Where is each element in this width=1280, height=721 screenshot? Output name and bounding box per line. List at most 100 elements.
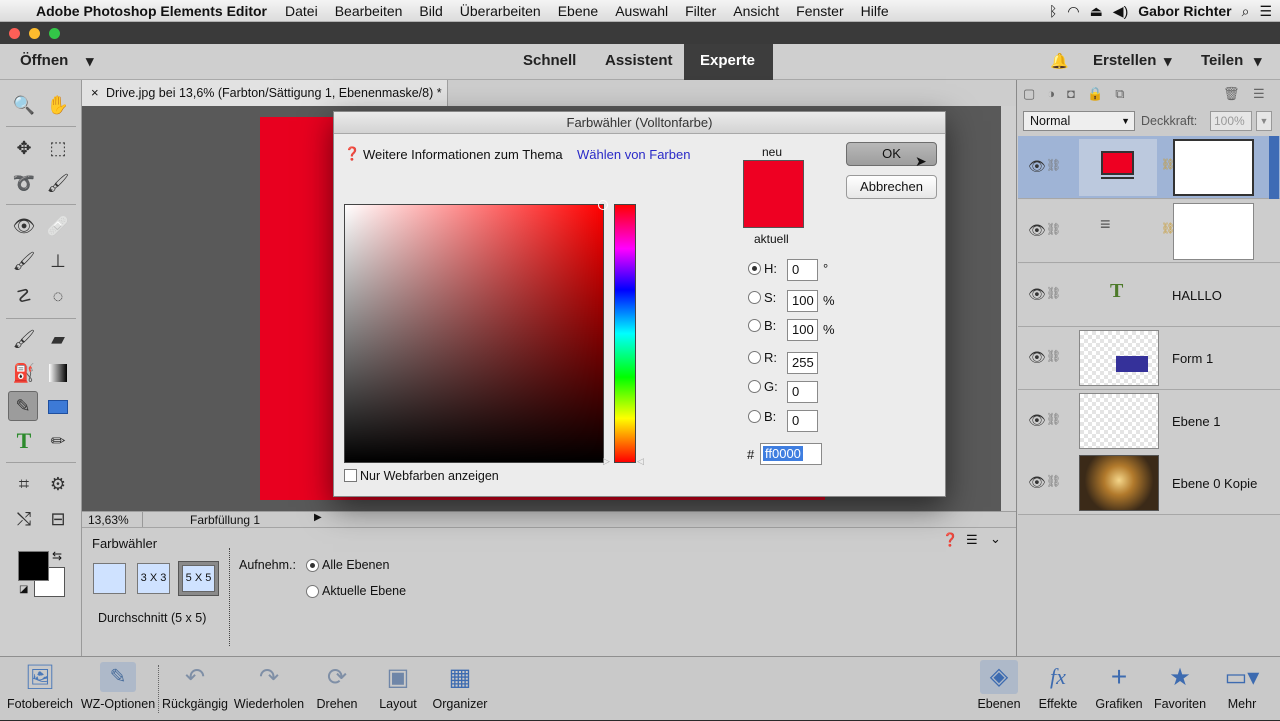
menu-ansicht[interactable]: Ansicht: [733, 3, 779, 19]
layer-name[interactable]: Ebene 0 Kopie: [1172, 476, 1257, 491]
spotlight-icon[interactable]: ⌕: [1242, 3, 1250, 20]
eject-icon[interactable]: ⏏: [1090, 3, 1103, 20]
red-eye-tool-icon[interactable]: 👁: [9, 211, 39, 241]
close-window-button[interactable]: [9, 28, 20, 39]
layer-row-color-fill[interactable]: 👁 ⛓ ⛓: [1018, 136, 1280, 199]
user-name[interactable]: Gabor Richter: [1138, 3, 1231, 19]
menu-datei[interactable]: Datei: [285, 3, 318, 19]
layers-button[interactable]: ◈ Ebenen: [974, 657, 1024, 721]
link-icon[interactable]: ⛓: [1046, 349, 1061, 363]
h-field[interactable]: 0: [787, 259, 818, 281]
tab-experte[interactable]: Experte: [684, 44, 773, 80]
current-layer-radio[interactable]: [306, 585, 319, 598]
volume-icon[interactable]: ◀): [1113, 3, 1128, 20]
rotate-button[interactable]: ⟳ Drehen: [308, 657, 366, 721]
link-icon[interactable]: ⛓: [1046, 222, 1061, 236]
opacity-dropdown-icon[interactable]: ▼: [1256, 111, 1272, 131]
visibility-eye-icon[interactable]: 👁: [1028, 349, 1046, 366]
graphics-button[interactable]: + Grafiken: [1092, 657, 1146, 721]
web-colors-checkbox[interactable]: [344, 469, 357, 482]
menu-filter[interactable]: Filter: [685, 3, 716, 19]
visibility-eye-icon[interactable]: 👁: [1028, 222, 1046, 239]
spot-healing-tool-icon[interactable]: 🩹: [43, 211, 73, 241]
b-radio[interactable]: [748, 319, 761, 332]
hue-slider-right-handle[interactable]: ◁: [637, 456, 644, 467]
minimize-window-button[interactable]: [29, 28, 40, 39]
blend-mode-select[interactable]: Normal ▼: [1023, 111, 1135, 131]
layer-mask-thumbnail[interactable]: [1173, 203, 1254, 260]
menu-bild[interactable]: Bild: [419, 3, 442, 19]
link-icon[interactable]: ⛓: [1046, 286, 1061, 300]
hex-field[interactable]: ff0000: [760, 443, 822, 465]
visibility-eye-icon[interactable]: 👁: [1028, 412, 1046, 429]
layer-name[interactable]: Form 1: [1172, 351, 1213, 366]
link-icon[interactable]: ⛓: [1046, 474, 1061, 488]
opacity-field[interactable]: 100%: [1210, 111, 1252, 131]
zoom-tool-icon[interactable]: 🔍: [9, 90, 39, 120]
default-colors-icon[interactable]: ◪: [19, 584, 28, 595]
help-icon[interactable]: ❓: [942, 532, 958, 548]
text-tool-icon[interactable]: T: [9, 426, 39, 456]
delete-layer-icon[interactable]: 🗑: [1223, 86, 1240, 102]
straighten-tool-icon[interactable]: ⊟: [43, 504, 73, 534]
crop-tool-icon[interactable]: ⌗: [9, 469, 39, 499]
marquee-tool-icon[interactable]: ⬚: [43, 133, 73, 163]
info-link[interactable]: Wählen von Farben: [577, 147, 690, 162]
photo-bin-button[interactable]: 🖼 Fotobereich: [0, 657, 80, 721]
wifi-icon[interactable]: ◠: [1067, 3, 1079, 20]
tab-assistent[interactable]: Assistent: [605, 52, 673, 69]
blur-tool-icon[interactable]: ☡: [9, 281, 39, 311]
gradient-tool-icon[interactable]: [49, 364, 67, 382]
layer-row-adjustment[interactable]: 👁 ⛓ ≡ ⛓: [1018, 200, 1280, 263]
pencil-tool-icon[interactable]: ✏: [43, 426, 73, 456]
lock-transparency-icon[interactable]: ⧉: [1115, 86, 1124, 102]
visibility-eye-icon[interactable]: 👁: [1028, 286, 1046, 303]
notification-center-icon[interactable]: ☰: [1259, 3, 1272, 20]
create-button[interactable]: Erstellen: [1093, 52, 1156, 69]
visibility-eye-icon[interactable]: 👁: [1028, 474, 1046, 491]
clone-stamp-tool-icon[interactable]: ⊥: [43, 246, 73, 276]
share-button[interactable]: Teilen: [1201, 52, 1243, 69]
recompose-tool-icon[interactable]: ⚙: [43, 469, 73, 499]
g-radio[interactable]: [748, 380, 761, 393]
link-icon[interactable]: ⛓: [1046, 158, 1061, 172]
undo-button[interactable]: ↶ Rückgängig: [160, 657, 230, 721]
r-radio[interactable]: [748, 351, 761, 364]
more-button[interactable]: ▭▾ Mehr: [1214, 657, 1270, 721]
zoom-window-button[interactable]: [49, 28, 60, 39]
options-menu-icon[interactable]: ☰: [966, 532, 978, 548]
layer-mask-thumbnail[interactable]: [1173, 139, 1254, 196]
notification-bell-icon[interactable]: 🔔: [1050, 52, 1069, 70]
smart-brush-tool-icon[interactable]: 🖌: [9, 246, 39, 276]
favorites-button[interactable]: ★ Favoriten: [1150, 657, 1210, 721]
blue-radio[interactable]: [748, 410, 761, 423]
zoom-level[interactable]: 13,63%: [88, 513, 129, 527]
hue-slider-left-handle[interactable]: ▷: [603, 456, 610, 467]
blue-field[interactable]: 0: [787, 410, 818, 432]
status-arrow-icon[interactable]: ▶: [314, 512, 322, 523]
g-field[interactable]: 0: [787, 381, 818, 403]
layers-menu-icon[interactable]: ☰: [1253, 86, 1265, 102]
organizer-button[interactable]: ▦ Organizer: [428, 657, 492, 721]
add-mask-icon[interactable]: ◘: [1067, 86, 1075, 102]
b-field[interactable]: 100: [787, 319, 818, 341]
layout-button[interactable]: ▣ Layout: [370, 657, 426, 721]
vertical-scrollbar[interactable]: [1001, 106, 1016, 511]
open-button[interactable]: Öffnen: [20, 52, 68, 69]
brush-tool-icon[interactable]: 🖌: [9, 324, 39, 354]
document-tab[interactable]: × Drive.jpg bei 13,6% (Farbton/Sättigung…: [82, 80, 448, 106]
quick-selection-tool-icon[interactable]: 🖌: [43, 168, 73, 198]
h-radio[interactable]: [748, 262, 761, 275]
paint-bucket-tool-icon[interactable]: ⛽: [9, 358, 39, 388]
open-dropdown-icon[interactable]: ▾: [86, 52, 94, 70]
sponge-tool-icon[interactable]: ◌: [43, 281, 73, 311]
lasso-tool-icon[interactable]: ➰: [9, 168, 39, 198]
redo-button[interactable]: ↷ Wiederholen: [231, 657, 307, 721]
menu-auswahl[interactable]: Auswahl: [615, 3, 668, 19]
bluetooth-icon[interactable]: ᛒ: [1049, 3, 1057, 19]
sample-size-point[interactable]: [93, 563, 126, 594]
layer-row-shape[interactable]: 👁 ⛓ Form 1: [1018, 327, 1280, 390]
eraser-tool-icon[interactable]: ▰: [43, 324, 73, 354]
menu-ebene[interactable]: Ebene: [558, 3, 598, 19]
layer-row-text[interactable]: 👁 ⛓ T HALLLO: [1018, 264, 1280, 327]
